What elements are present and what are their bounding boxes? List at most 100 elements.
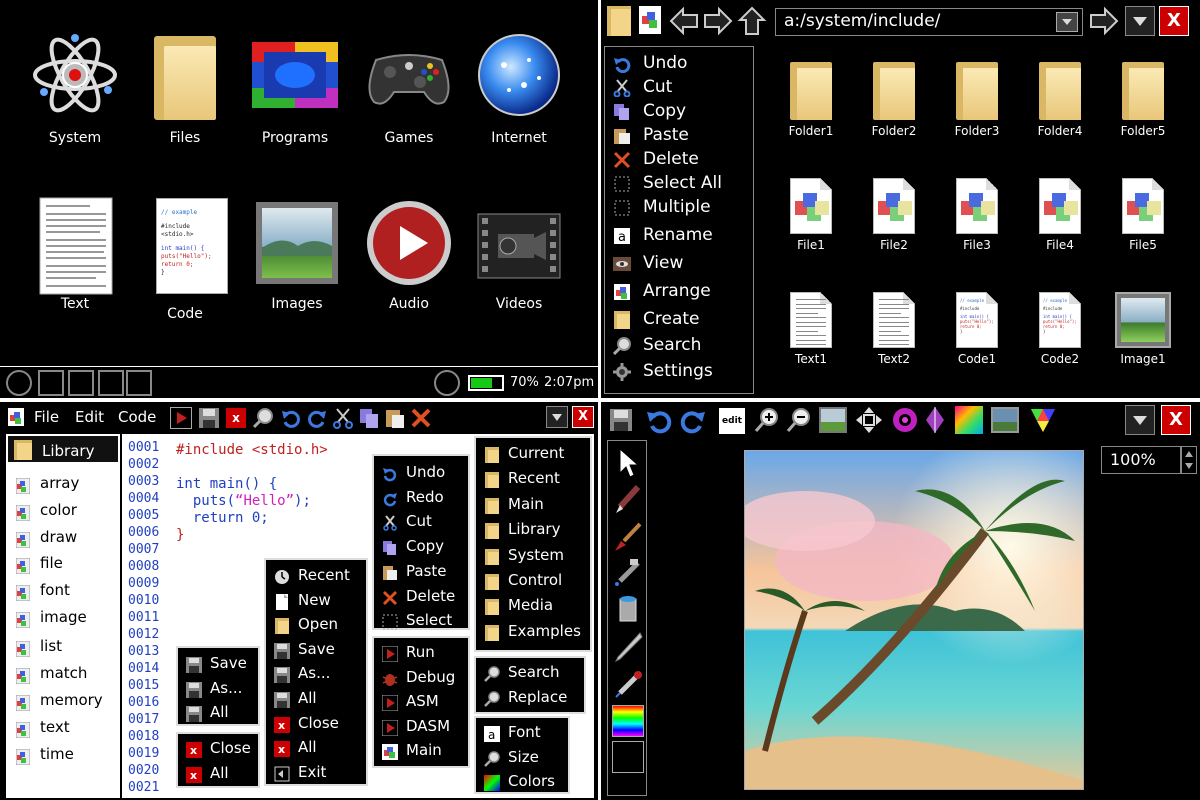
undo-icon[interactable] (280, 407, 302, 429)
pointer-icon[interactable] (612, 447, 644, 479)
search-menu-item[interactable]: Replace (476, 688, 567, 712)
app-games[interactable]: Games (354, 30, 464, 146)
app-videos[interactable]: Videos (464, 196, 574, 312)
document-item[interactable]: // example #include int main() {puts("Hell… (1020, 292, 1100, 366)
edit-menu-item[interactable]: Delete (374, 587, 455, 611)
run-menu-item[interactable]: DASM (374, 717, 450, 741)
library-item-draw[interactable]: draw (6, 528, 120, 552)
folders-menu-item[interactable]: System (476, 546, 564, 570)
menu-item-rename[interactable]: a Rename (605, 225, 713, 249)
chevron-down-icon[interactable] (1056, 12, 1078, 32)
run-menu-item[interactable]: Debug (374, 668, 455, 692)
folders-menu-item[interactable]: Examples (476, 622, 581, 646)
landscape-icon[interactable] (991, 407, 1019, 433)
menu-item-settings[interactable]: Settings (605, 361, 713, 385)
font-menu-item[interactable]: Size (476, 748, 539, 772)
image-icon[interactable] (819, 407, 847, 433)
search-icon[interactable] (252, 407, 274, 429)
move-icon[interactable] (855, 406, 883, 434)
menu-code[interactable]: Code (118, 408, 156, 426)
app-internet[interactable]: Internet (464, 30, 574, 146)
font-menu-item[interactable]: a Font (476, 723, 541, 747)
close-button[interactable]: X (572, 406, 594, 428)
library-item-match[interactable]: match (6, 664, 120, 688)
menu-item-create[interactable]: Create (605, 309, 700, 333)
file-item[interactable]: File5 (1103, 178, 1183, 252)
close-menu-item[interactable]: x Close (178, 739, 251, 763)
zoom-stepper[interactable] (1181, 446, 1197, 474)
document-item[interactable]: Text2 (854, 292, 934, 366)
menu-item-select-all[interactable]: Select All (605, 173, 722, 197)
close-button[interactable]: X (1159, 6, 1189, 36)
rotate-icon[interactable] (891, 406, 919, 434)
file-item[interactable]: File4 (1020, 178, 1100, 252)
menu-item-delete[interactable]: Delete (605, 149, 699, 173)
menu-item-undo[interactable]: Undo (605, 53, 687, 77)
menu-item-cut[interactable]: Cut (605, 77, 672, 101)
edit-menu-item[interactable]: Cut (374, 512, 432, 536)
start-button[interactable] (6, 370, 32, 396)
menu-item-arrange[interactable]: Arrange (605, 281, 711, 305)
color-wheel-icon[interactable] (1029, 406, 1057, 434)
app-files[interactable]: Files (130, 30, 240, 146)
library-item-font[interactable]: font (6, 581, 120, 605)
folders-menu-item[interactable]: Current (476, 444, 564, 468)
menu-file[interactable]: File (34, 408, 59, 426)
file-menu-item[interactable]: New (266, 591, 331, 615)
menu-item-search[interactable]: Search (605, 335, 701, 359)
file-menu-item[interactable]: Exit (266, 763, 326, 787)
edit-menu-item[interactable]: Undo (374, 463, 445, 487)
menu-item-multiple[interactable]: Multiple (605, 197, 711, 221)
menu-item-view[interactable]: View (605, 253, 683, 277)
edit-menu-item[interactable]: Copy (374, 537, 444, 561)
menu-circle-button[interactable] (434, 370, 460, 396)
file-menu-item[interactable]: As... (266, 664, 330, 688)
minimize-button[interactable] (546, 406, 568, 428)
app-images[interactable]: Images (242, 196, 352, 312)
app-text[interactable]: Text (20, 196, 130, 312)
minimize-button[interactable] (1125, 6, 1155, 36)
app-audio[interactable]: Audio (354, 196, 464, 312)
document-item[interactable]: Text1 (771, 292, 851, 366)
up-arrow-icon[interactable] (737, 6, 767, 36)
paste-icon[interactable] (384, 407, 406, 429)
file-menu-item[interactable]: Open (266, 615, 338, 639)
knife-icon[interactable] (612, 631, 644, 663)
library-item-array[interactable]: array (6, 474, 120, 498)
folder-icon[interactable] (607, 6, 631, 36)
delete-icon[interactable] (410, 407, 432, 429)
file-menu-item[interactable]: Save (266, 640, 335, 664)
minimize-button[interactable] (1125, 405, 1155, 435)
library-item-text[interactable]: text (6, 718, 120, 742)
edit-icon[interactable]: edit (719, 408, 745, 434)
task-slot-2[interactable] (68, 370, 94, 396)
flip-icon[interactable] (925, 406, 945, 434)
library-header[interactable]: Library (6, 434, 120, 464)
run-icon[interactable] (170, 407, 192, 429)
save-icon[interactable] (198, 407, 220, 429)
zoom-out-icon[interactable] (785, 406, 813, 434)
address-bar[interactable]: a:/system/include/ (775, 8, 1083, 36)
app-programs[interactable]: Programs (240, 30, 350, 146)
save-menu-item[interactable]: Save (178, 654, 247, 678)
folders-menu-item[interactable]: Main (476, 495, 544, 519)
edit-menu-item[interactable]: Select (374, 611, 452, 635)
new-file-icon[interactable] (639, 6, 661, 36)
menu-edit[interactable]: Edit (75, 408, 104, 426)
undo-icon[interactable] (645, 407, 673, 435)
task-slot-4[interactable] (126, 370, 152, 396)
folders-menu-item[interactable]: Control (476, 571, 562, 595)
app-code[interactable]: // example #include <stdio.h> int main()… (130, 196, 240, 322)
forward-arrow-icon[interactable] (703, 6, 733, 36)
library-item-memory[interactable]: memory (6, 691, 120, 715)
run-menu-item[interactable]: Main (374, 741, 442, 765)
menu-item-copy[interactable]: Copy (605, 101, 686, 125)
menu-item-paste[interactable]: Paste (605, 125, 689, 149)
file-item[interactable]: File3 (937, 178, 1017, 252)
palette-icon[interactable] (612, 705, 644, 737)
task-slot-1[interactable] (38, 370, 64, 396)
redo-icon[interactable] (679, 407, 707, 435)
colors-icon[interactable] (955, 406, 983, 434)
file-item[interactable]: File1 (771, 178, 851, 252)
folder-item[interactable]: Folder4 (1020, 62, 1100, 138)
